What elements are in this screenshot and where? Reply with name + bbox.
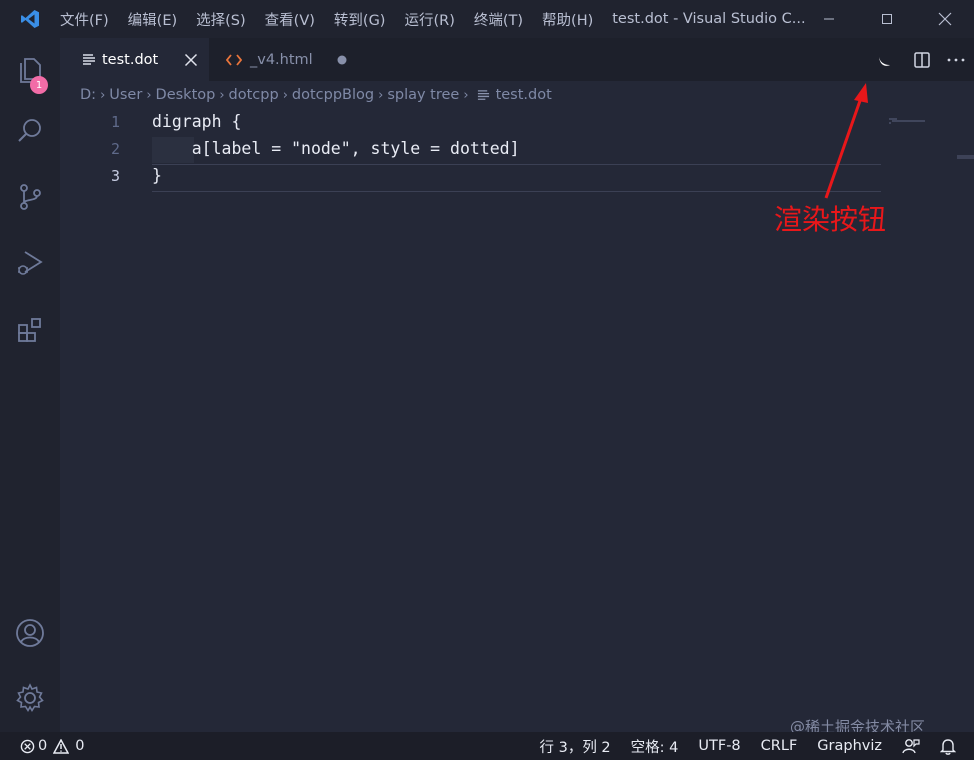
tab-label: test.dot (102, 51, 159, 68)
feedback-icon (902, 739, 920, 754)
vscode-logo-icon (0, 0, 60, 38)
menu-help[interactable]: 帮助(H) (542, 9, 593, 30)
explorer-badge: 1 (30, 76, 48, 94)
split-editor-button[interactable] (906, 38, 938, 81)
account-icon (16, 619, 44, 647)
chevron-right-icon: › (463, 87, 469, 103)
breadcrumb-item[interactable]: Desktop (156, 87, 216, 103)
breadcrumb-item[interactable]: test.dot (496, 87, 552, 103)
maximize-button[interactable] (858, 0, 916, 38)
run-debug-icon (18, 251, 43, 275)
search-icon (18, 119, 41, 142)
warning-icon (53, 738, 70, 754)
menu-selection[interactable]: 选择(S) (196, 9, 246, 30)
language-mode[interactable]: Graphviz (817, 738, 882, 754)
window-controls (800, 0, 974, 38)
tab-bar: test.dot _v4.html (60, 38, 974, 81)
source-control-icon (20, 184, 41, 210)
menu-edit[interactable]: 编辑(E) (128, 9, 177, 30)
breadcrumb-item[interactable]: User (109, 87, 142, 103)
split-editor-icon (914, 51, 930, 68)
extensions-icon (18, 318, 41, 342)
close-window-button[interactable] (916, 0, 974, 38)
minimap-preview (889, 118, 925, 124)
explorer-button[interactable]: 1 (0, 44, 60, 94)
breadcrumb: D: › User › Desktop › dotcpp › dotcppBlo… (60, 81, 974, 109)
activity-bar: 1 (0, 38, 60, 732)
render-icon (879, 56, 890, 66)
minimize-button[interactable] (800, 0, 858, 38)
breadcrumb-item[interactable]: D: (80, 87, 96, 103)
maximize-icon (882, 14, 892, 24)
tab-test-dot[interactable]: test.dot (60, 38, 209, 81)
minimap[interactable] (889, 109, 929, 124)
close-tab-icon[interactable] (184, 53, 198, 67)
manage-button[interactable] (0, 673, 60, 723)
menu-view[interactable]: 查看(V) (265, 9, 315, 30)
scrollbar-slider[interactable] (957, 155, 974, 159)
annotation-label: 渲染按钮 (774, 203, 887, 236)
error-icon (20, 739, 35, 753)
chevron-right-icon: › (219, 87, 225, 103)
source-control-button[interactable] (0, 172, 60, 222)
current-line-highlight (152, 164, 881, 192)
error-count: 0 (38, 738, 48, 754)
run-debug-button[interactable] (0, 238, 60, 288)
menu-terminal[interactable]: 终端(T) (474, 9, 523, 30)
bell-icon (940, 738, 956, 755)
more-actions-button[interactable] (938, 38, 974, 81)
search-button[interactable] (0, 106, 60, 156)
menu-bar: 文件(F) 编辑(E) 选择(S) 查看(V) 转到(G) 运行(R) 终端(T… (60, 0, 612, 38)
chevron-right-icon: › (282, 87, 288, 103)
close-icon (938, 12, 952, 26)
minimize-icon (824, 18, 834, 20)
window-title: test.dot - Visual Studio C... (612, 11, 806, 27)
notifications-button[interactable] (940, 738, 956, 755)
breadcrumb-item[interactable]: splay tree (387, 87, 459, 103)
extensions-button[interactable] (0, 304, 60, 354)
line-number: 3 (110, 167, 120, 185)
tab-label: _v4.html (250, 51, 313, 68)
file-lines-icon (477, 89, 489, 100)
html-brackets-icon (226, 53, 242, 66)
chevron-right-icon: › (146, 87, 152, 103)
chevron-right-icon: › (100, 87, 106, 103)
accounts-button[interactable] (0, 608, 60, 658)
feedback-button[interactable] (902, 738, 920, 754)
render-preview-button[interactable] (862, 38, 906, 81)
problems-indicator[interactable]: 0 0 (20, 738, 84, 754)
gear-icon (16, 683, 44, 713)
code-line: } (152, 166, 162, 185)
code-line: a[label = "node", style = dotted] (152, 139, 520, 158)
file-lines-icon (83, 53, 95, 65)
indentation[interactable]: 空格: 4 (631, 736, 679, 757)
menu-go[interactable]: 转到(G) (334, 9, 386, 30)
cursor-position[interactable]: 行 3，列 2 (539, 736, 610, 757)
menu-run[interactable]: 运行(R) (404, 9, 454, 30)
status-bar: 0 0 行 3，列 2 空格: 4 UTF-8 CRLF Graphviz (0, 732, 974, 760)
encoding[interactable]: UTF-8 (698, 738, 740, 754)
unsaved-dot-icon (337, 55, 347, 64)
more-icon (947, 58, 965, 61)
editor-actions (862, 38, 974, 81)
line-number: 1 (110, 113, 120, 131)
code-line: digraph { (152, 112, 242, 131)
warning-count: 0 (75, 738, 85, 754)
title-bar: 文件(F) 编辑(E) 选择(S) 查看(V) 转到(G) 运行(R) 终端(T… (0, 0, 974, 38)
chevron-right-icon: › (378, 87, 384, 103)
menu-file[interactable]: 文件(F) (60, 9, 109, 30)
breadcrumb-item[interactable]: dotcpp (229, 87, 279, 103)
breadcrumb-item[interactable]: dotcppBlog (292, 87, 374, 103)
tab-v4-html[interactable]: _v4.html (210, 38, 358, 81)
line-ending[interactable]: CRLF (761, 738, 798, 754)
line-number: 2 (110, 140, 120, 158)
